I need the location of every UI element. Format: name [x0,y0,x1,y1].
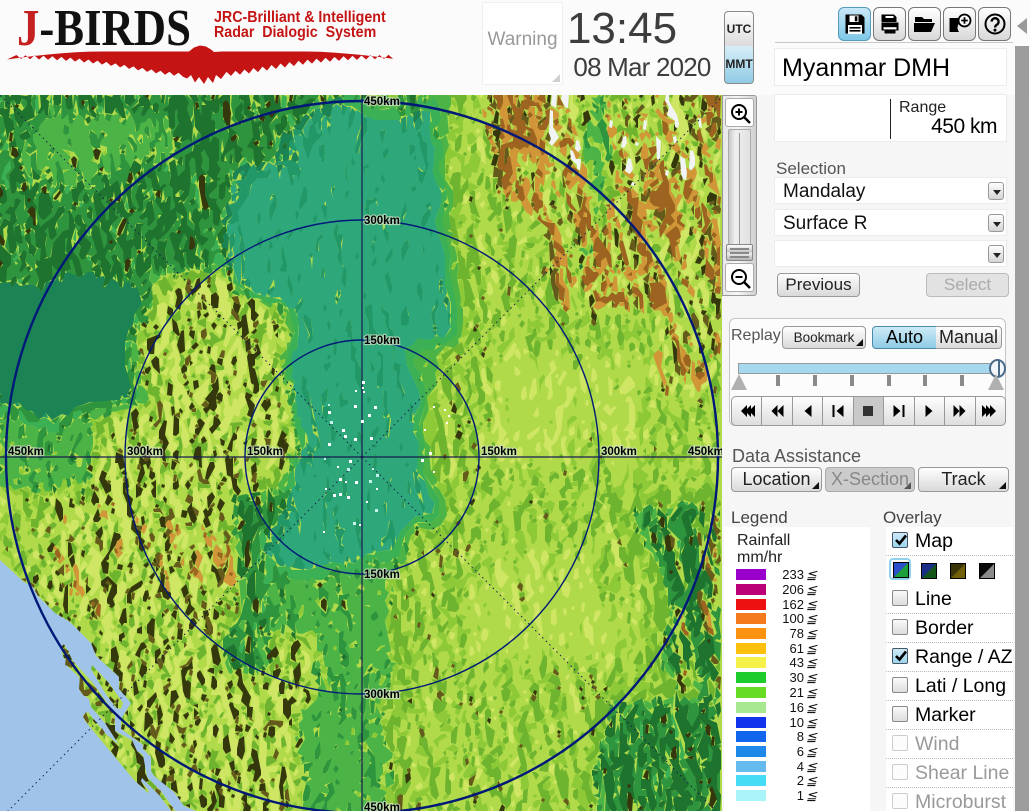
svg-text:300km: 300km [364,215,400,227]
svg-text:150km: 150km [364,335,400,347]
svg-text:150km: 150km [481,446,517,458]
svg-text:150km: 150km [364,569,400,581]
svg-text:300km: 300km [364,689,400,701]
svg-text:450km: 450km [364,96,400,108]
svg-text:150km: 150km [247,446,283,458]
svg-text:300km: 300km [127,446,163,458]
svg-text:450km: 450km [688,446,722,458]
svg-text:450km: 450km [8,446,44,458]
svg-text:450km: 450km [364,802,400,811]
svg-text:300km: 300km [601,446,637,458]
